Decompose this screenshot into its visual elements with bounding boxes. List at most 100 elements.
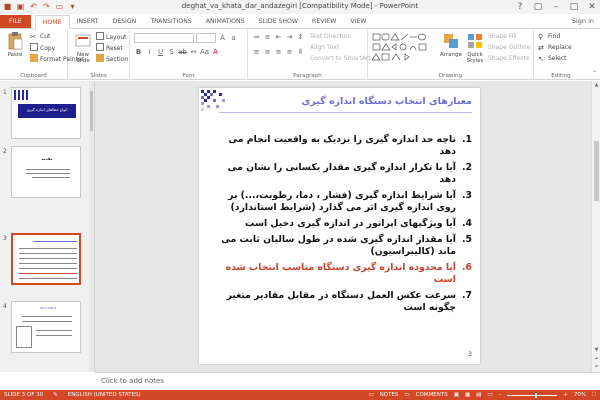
thumbnail-text-line — [36, 335, 72, 336]
shadow-icon[interactable]: S — [167, 48, 176, 57]
quick-styles-button[interactable]: Quick Styles — [462, 31, 488, 64]
tab-review[interactable]: REVIEW — [305, 15, 343, 28]
underline-icon[interactable]: U — [156, 48, 165, 57]
thumbnails-scrollbar[interactable] — [89, 81, 94, 372]
thumbnail-text-line — [32, 177, 70, 178]
line-spacing-icon[interactable]: ↕ — [296, 33, 305, 42]
scroll-down-icon[interactable]: ▼ — [593, 347, 600, 354]
tab-design[interactable]: DESIGN — [105, 15, 143, 28]
scroll-up-icon[interactable]: ▲ — [593, 82, 600, 89]
shape-outline-button[interactable]: Shape Outline — [488, 43, 530, 53]
tab-transitions[interactable]: TRANSITIONS — [143, 15, 198, 28]
fit-slide-icon[interactable]: ⛶ — [592, 390, 596, 400]
bullets-icon[interactable]: ≔ — [252, 33, 261, 42]
align-center-icon[interactable]: ≡ — [263, 48, 272, 57]
thumbnail-text-line — [19, 268, 77, 269]
find-button[interactable]: ⚲ Find — [538, 32, 560, 42]
previous-slide-icon[interactable]: ⏶ — [593, 356, 600, 363]
tab-slide-show[interactable]: SLIDE SHOW — [252, 15, 305, 28]
slide-title[interactable]: معیارهای انتخاب دستگاه اندازه گیری — [229, 96, 472, 107]
notes-button[interactable]: NOTES — [380, 390, 399, 400]
slides-group: New Slide Layout Reset Section Slides — [68, 29, 130, 80]
scrollbar-thumb[interactable] — [90, 91, 93, 131]
tab-file[interactable]: FILE — [0, 15, 31, 28]
font-color-icon[interactable]: A — [211, 48, 220, 57]
thumbnail-text-line — [19, 248, 77, 249]
collapse-ribbon-icon[interactable]: ⌃ — [592, 70, 597, 77]
thumbnail-slide-2[interactable]: مقدمه — [11, 146, 81, 198]
italic-icon[interactable]: I — [145, 48, 154, 57]
replace-button[interactable]: ⇄ Replace — [538, 43, 572, 53]
font-size-box[interactable] — [196, 33, 216, 43]
zoom-out-icon[interactable]: – — [499, 390, 502, 400]
zoom-level[interactable]: 70% — [574, 390, 586, 400]
comments-button[interactable]: COMMENTS — [416, 390, 448, 400]
grow-font-icon[interactable]: A — [218, 34, 227, 43]
shape-fill-button[interactable]: Shape Fill — [488, 32, 517, 42]
font-name-box[interactable] — [134, 33, 194, 43]
convert-smartart-button[interactable]: Convert to SmartArt — [310, 54, 371, 64]
paste-button[interactable]: Paste — [2, 31, 28, 58]
editor-scrollbar[interactable]: ▲ ▼ ⏶ ⏷ — [591, 81, 600, 372]
numbering-icon[interactable]: ≡ — [263, 33, 272, 42]
notes-placeholder: Click to add notes — [101, 377, 164, 385]
tab-animations[interactable]: ANIMATIONS — [199, 15, 252, 28]
slideshow-view-icon[interactable]: ▭ — [487, 390, 492, 400]
decrease-indent-icon[interactable]: ⇤ — [274, 33, 283, 42]
normal-view-icon[interactable]: ▣ — [454, 390, 459, 400]
slide-canvas[interactable]: معیارهای انتخاب دستگاه اندازه گیری .1 تاچ… — [199, 88, 480, 364]
ribbon-display-icon[interactable]: ▢ — [532, 1, 544, 13]
maximize-icon[interactable]: □ — [568, 1, 580, 13]
zoom-slider[interactable] — [507, 392, 558, 398]
strikethrough-icon[interactable]: ab — [178, 48, 187, 57]
next-slide-icon[interactable]: ⏷ — [593, 364, 600, 371]
new-slide-icon — [75, 34, 91, 47]
text-direction-button[interactable]: Text Direction — [310, 32, 351, 42]
align-left-icon[interactable]: ≡ — [252, 48, 261, 57]
thumbnail-text-line — [19, 263, 77, 264]
close-icon[interactable]: ✕ — [586, 1, 598, 13]
notes-pane[interactable]: Click to add notes — [95, 372, 600, 390]
select-button[interactable]: ↖ Select — [538, 54, 567, 64]
bullet-list[interactable]: .1 تاچه حد اندازه گیری را نزدیک به واقعیت… — [211, 134, 472, 318]
thumbnail-slide-3[interactable] — [11, 233, 81, 285]
align-text-button[interactable]: Align Text — [310, 43, 339, 53]
language-indicator[interactable]: ENGLISH (UNITED STATES) — [68, 390, 141, 400]
spacing-icon[interactable]: ↔ — [189, 48, 198, 57]
list-item: .4 آیا ویژگیهای اپراتور در اندازه گیری دخ… — [245, 218, 472, 229]
tab-insert[interactable]: INSERT — [70, 15, 106, 28]
increase-indent-icon[interactable]: ⇥ — [285, 33, 294, 42]
shrink-font-icon[interactable]: a — [229, 34, 238, 43]
columns-icon[interactable]: ⫴ — [296, 48, 305, 57]
thumbnail-slide-4[interactable]: Accuracy — [11, 301, 81, 353]
minimize-icon[interactable]: – — [550, 1, 562, 13]
new-slide-button[interactable]: New Slide — [70, 31, 96, 64]
shapes-gallery[interactable] — [371, 33, 436, 63]
tab-home[interactable]: HOME — [34, 15, 70, 29]
slide-sorter-icon[interactable]: ▦ — [465, 390, 470, 400]
slide-counter: SLIDE 3 OF 30 — [4, 392, 44, 398]
align-right-icon[interactable]: ≡ — [274, 48, 283, 57]
reset-button[interactable]: Reset — [96, 43, 123, 53]
spelling-icon[interactable]: ✎ — [53, 390, 58, 400]
zoom-in-icon[interactable]: + — [563, 390, 568, 400]
sign-in-link[interactable]: Sign in — [566, 15, 600, 28]
cut-button[interactable]: ✂ Cut — [30, 32, 50, 42]
copy-button[interactable]: Copy — [30, 43, 55, 53]
shape-effects-button[interactable]: Shape Effects — [488, 54, 529, 64]
copy-icon — [30, 43, 38, 51]
justify-icon[interactable]: ≡ — [285, 48, 294, 57]
tab-view[interactable]: VIEW — [343, 15, 373, 28]
layout-button[interactable]: Layout — [96, 32, 126, 42]
thumbnail-text-line — [26, 173, 70, 174]
reading-view-icon[interactable]: ▤ — [476, 390, 481, 400]
section-button[interactable]: Section — [96, 54, 128, 64]
help-icon[interactable]: ? — [514, 1, 526, 13]
arrange-button[interactable]: Arrange — [438, 31, 464, 58]
zoom-slider-thumb[interactable] — [535, 392, 538, 398]
slide-editor: معیارهای انتخاب دستگاه اندازه گیری .1 تاچ… — [95, 81, 600, 372]
thumbnail-slide-1[interactable]: انواع خطاهای اندازه گیری — [11, 87, 81, 139]
scrollbar-thumb[interactable] — [594, 141, 599, 201]
bold-icon[interactable]: B — [134, 48, 143, 57]
case-icon[interactable]: Aa — [200, 48, 209, 57]
